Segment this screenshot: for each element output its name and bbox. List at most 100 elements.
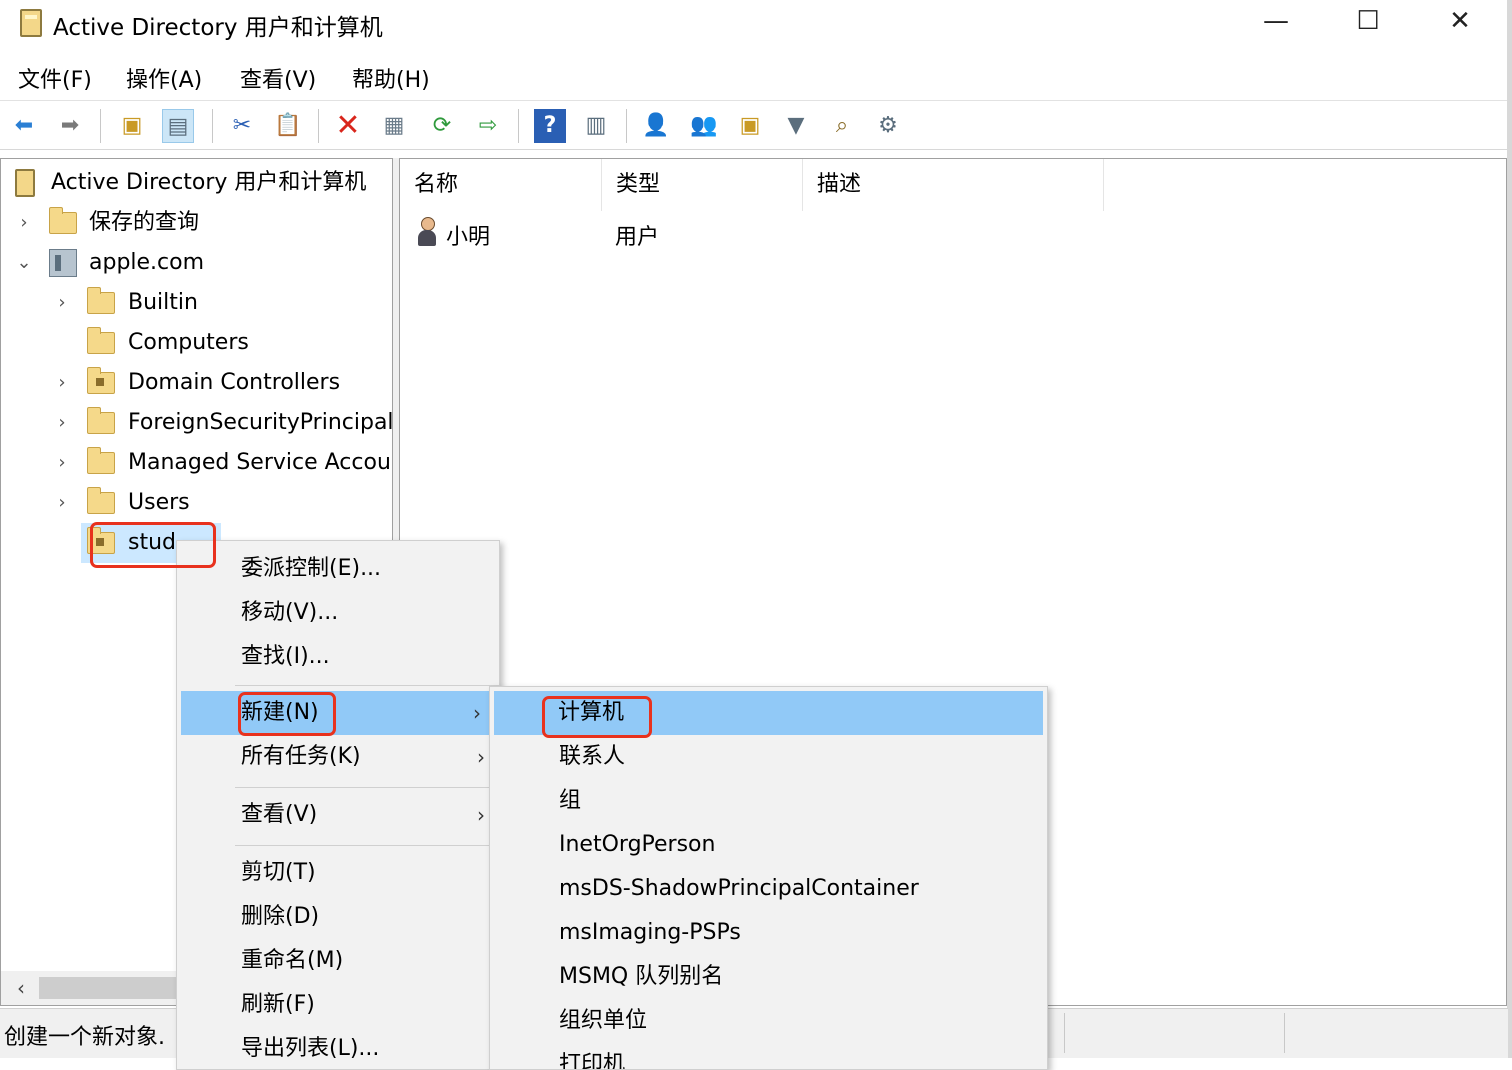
close-button[interactable]: ✕ <box>1414 0 1506 44</box>
tree-item-foreign-security-principals[interactable]: › ForeignSecurityPrincipals <box>1 403 392 443</box>
maximize-button[interactable]: ☐ <box>1322 0 1414 44</box>
submenu-item-computer[interactable]: 计算机 <box>494 691 1043 735</box>
up-folder-icon[interactable]: ▣ <box>116 109 148 143</box>
menu-item-label: 组 <box>559 788 582 813</box>
menu-item-rename[interactable]: 重命名(M) <box>177 939 499 983</box>
user-icon <box>416 217 438 247</box>
menu-item-label: 剪切(T) <box>241 860 316 885</box>
submenu-item-organizational-unit[interactable]: 组织单位 <box>490 999 1047 1043</box>
submenu-item-contact[interactable]: 联系人 <box>490 735 1047 779</box>
details-view-icon[interactable]: ▥ <box>580 109 612 143</box>
scroll-left-arrow-icon[interactable]: ‹ <box>3 971 39 1005</box>
menu-item-move[interactable]: 移动(V)... <box>177 591 499 635</box>
menu-item-label: 打印机 <box>559 1052 626 1070</box>
tree-item-root[interactable]: Active Directory 用户和计算机 <box>1 163 392 203</box>
chevron-right-icon[interactable]: › <box>53 283 71 323</box>
submenu-item-msimaging-psps[interactable]: msImaging-PSPs <box>490 911 1047 955</box>
menu-item-delegate-control[interactable]: 委派控制(E)... <box>177 547 499 591</box>
find-icon[interactable]: ⌕ <box>826 109 858 143</box>
show-console-tree-icon[interactable]: ▤ <box>162 109 194 143</box>
tree-item-domain-controllers[interactable]: › Domain Controllers <box>1 363 392 403</box>
menu-item-label: InetOrgPerson <box>559 832 716 857</box>
folder-icon <box>87 447 115 474</box>
ou-icon <box>87 367 115 394</box>
column-header-name[interactable]: 名称 <box>400 159 602 211</box>
chevron-right-icon[interactable]: › <box>53 443 71 483</box>
menu-item-label: 新建(N) <box>241 700 319 725</box>
folder-icon <box>49 207 77 234</box>
menu-item-label: 所有任务(K) <box>241 744 361 769</box>
menu-item-label: 计算机 <box>558 700 625 725</box>
paste-icon[interactable]: 📋 <box>272 109 304 143</box>
chevron-right-icon: › <box>477 745 485 769</box>
app-icon <box>20 9 42 37</box>
menu-item-all-tasks[interactable]: 所有任务(K) › <box>177 735 499 779</box>
column-header-description[interactable]: 描述 <box>803 159 1104 211</box>
folder-icon <box>87 407 115 434</box>
chevron-down-icon[interactable]: ⌄ <box>15 243 33 283</box>
delete-icon[interactable]: ✕ <box>332 109 364 143</box>
tree-item-label: Users <box>128 490 190 515</box>
help-icon[interactable]: ? <box>534 109 566 143</box>
chevron-right-icon[interactable]: › <box>15 203 33 243</box>
chevron-right-icon[interactable]: › <box>53 483 71 523</box>
menu-item-cut[interactable]: 剪切(T) <box>177 851 499 895</box>
refresh-icon[interactable]: ⟳ <box>426 109 458 143</box>
menu-item-view[interactable]: 查看(V) › <box>177 793 499 837</box>
menu-action[interactable]: 操作(A) <box>126 62 202 94</box>
menu-item-refresh[interactable]: 刷新(F) <box>177 983 499 1027</box>
new-ou-icon[interactable]: ▣ <box>734 109 766 143</box>
tree-item-managed-service-accounts[interactable]: › Managed Service Accounts <box>1 443 392 483</box>
tree-item-saved-queries[interactable]: › 保存的查询 <box>1 203 392 243</box>
tree-item-domain[interactable]: ⌄ apple.com <box>1 243 392 283</box>
menu-item-label: 查看(V) <box>241 802 318 827</box>
menu-item-find[interactable]: 查找(I)... <box>177 635 499 679</box>
submenu-item-group[interactable]: 组 <box>490 779 1047 823</box>
menu-help[interactable]: 帮助(H) <box>352 62 430 94</box>
menu-item-label: 委派控制(E)... <box>241 556 382 581</box>
menu-item-label: msDS-ShadowPrincipalContainer <box>559 876 919 901</box>
menu-item-delete[interactable]: 删除(D) <box>177 895 499 939</box>
cut-icon[interactable]: ✂ <box>226 109 258 143</box>
tree-item-builtin[interactable]: › Builtin <box>1 283 392 323</box>
tree-item-label: Computers <box>128 330 249 355</box>
submenu-item-inetorgperson[interactable]: InetOrgPerson <box>490 823 1047 867</box>
menu-item-label: 重命名(M) <box>241 948 344 973</box>
menu-item-label: 联系人 <box>559 744 626 769</box>
filter-icon[interactable]: ▼ <box>780 109 812 143</box>
cell-type: 用户 <box>615 225 660 250</box>
menu-item-label: 导出列表(L)... <box>241 1036 380 1061</box>
menu-item-new[interactable]: 新建(N) › <box>181 691 495 735</box>
forward-arrow-icon[interactable]: ➡ <box>54 109 86 143</box>
tree-item-label: Builtin <box>128 290 198 315</box>
menu-item-export-list[interactable]: 导出列表(L)... <box>177 1027 499 1069</box>
submenu-item-msds-shadow-principal-container[interactable]: msDS-ShadowPrincipalContainer <box>490 867 1047 911</box>
status-text: 创建一个新对象. <box>4 1025 165 1050</box>
back-arrow-icon[interactable]: ⬅ <box>8 109 40 143</box>
tree-item-users[interactable]: › Users <box>1 483 392 523</box>
chevron-right-icon: › <box>473 701 481 725</box>
menu-item-label: msImaging-PSPs <box>559 920 741 945</box>
chevron-right-icon[interactable]: › <box>53 403 71 443</box>
submenu-item-msmq-queue-alias[interactable]: MSMQ 队列别名 <box>490 955 1047 999</box>
table-row[interactable]: 小明 用户 <box>400 213 1506 253</box>
menu-view[interactable]: 查看(V) <box>240 62 316 94</box>
cell-name: 小明 <box>446 225 491 250</box>
menu-file[interactable]: 文件(F) <box>18 62 92 94</box>
export-list-icon[interactable]: ⇨ <box>472 109 504 143</box>
folder-icon <box>87 487 115 514</box>
delegate-icon[interactable]: ⚙ <box>872 109 904 143</box>
scroll-thumb[interactable] <box>39 977 179 999</box>
chevron-right-icon[interactable]: › <box>53 363 71 403</box>
minimize-button[interactable]: — <box>1230 0 1322 44</box>
submenu-item-printer[interactable]: 打印机 <box>490 1043 1047 1070</box>
menu-bar: 文件(F) 操作(A) 查看(V) 帮助(H) <box>0 56 1512 98</box>
tree-item-computers[interactable]: Computers <box>1 323 392 363</box>
tree-item-label: Domain Controllers <box>128 370 341 395</box>
properties-icon[interactable]: ▦ <box>378 109 410 143</box>
new-group-icon[interactable]: 👥 <box>688 109 720 143</box>
new-user-icon[interactable]: 👤 <box>640 109 672 143</box>
column-header-type[interactable]: 类型 <box>602 159 803 211</box>
menu-item-label: 组织单位 <box>559 1008 648 1033</box>
tree-item-label: ForeignSecurityPrincipals <box>128 410 393 435</box>
